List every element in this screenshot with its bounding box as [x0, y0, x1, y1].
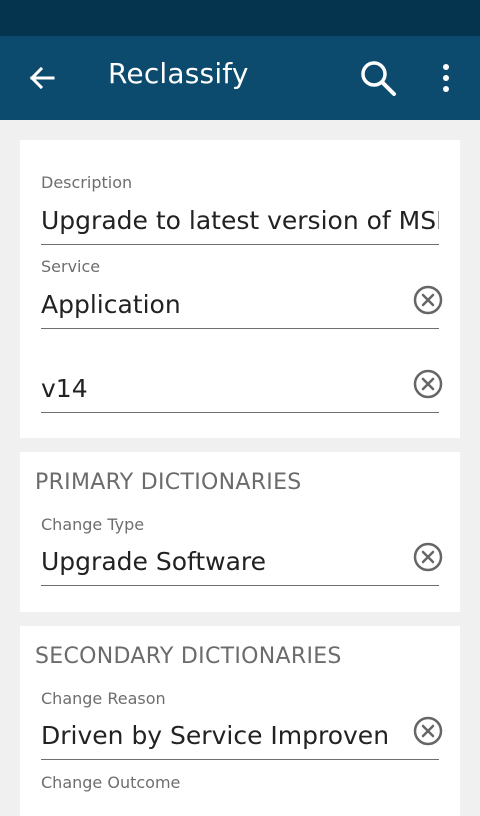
change-type-clear-button[interactable]	[412, 541, 444, 573]
description-label: Description	[41, 173, 133, 192]
app-bar: Reclassify	[0, 36, 480, 120]
version-field[interactable]: v14	[41, 368, 443, 413]
change-reason-value: Driven by Service Improven	[41, 721, 390, 750]
service-field[interactable]: Application	[41, 284, 443, 329]
change-reason-label: Change Reason	[41, 689, 166, 708]
service-label: Service	[41, 257, 101, 276]
details-card: Description Upgrade to latest version of…	[20, 140, 460, 438]
status-bar	[0, 0, 480, 36]
description-field[interactable]: Upgrade to latest version of MSM	[41, 200, 439, 245]
change-type-label: Change Type	[41, 515, 145, 534]
clear-circle-icon	[413, 716, 443, 746]
clear-circle-icon	[413, 369, 443, 399]
back-button[interactable]	[22, 58, 62, 98]
secondary-dictionaries-card: SECONDARY DICTIONARIES Change Reason Dri…	[20, 626, 460, 816]
version-value: v14	[41, 374, 88, 403]
description-value: Upgrade to latest version of MSM	[41, 206, 439, 235]
change-outcome-label: Change Outcome	[41, 773, 181, 792]
change-reason-clear-button[interactable]	[412, 715, 444, 747]
arrow-back-icon	[29, 66, 55, 90]
version-clear-button[interactable]	[412, 368, 444, 400]
overflow-menu-button[interactable]	[432, 58, 460, 98]
more-vert-icon	[443, 64, 449, 92]
primary-dictionaries-card: PRIMARY DICTIONARIES Change Type Upgrade…	[20, 452, 460, 612]
service-clear-button[interactable]	[412, 284, 444, 316]
change-type-field[interactable]: Upgrade Software	[41, 541, 443, 586]
page-title: Reclassify	[108, 57, 249, 90]
search-icon	[361, 61, 396, 96]
change-type-value: Upgrade Software	[41, 547, 267, 576]
search-button[interactable]	[356, 56, 400, 100]
clear-circle-icon	[413, 542, 443, 572]
clear-circle-icon	[413, 285, 443, 315]
change-reason-field[interactable]: Driven by Service Improven	[41, 715, 443, 760]
secondary-dictionaries-heading: SECONDARY DICTIONARIES	[35, 644, 342, 669]
primary-dictionaries-heading: PRIMARY DICTIONARIES	[35, 470, 302, 495]
service-value: Application	[41, 290, 181, 319]
